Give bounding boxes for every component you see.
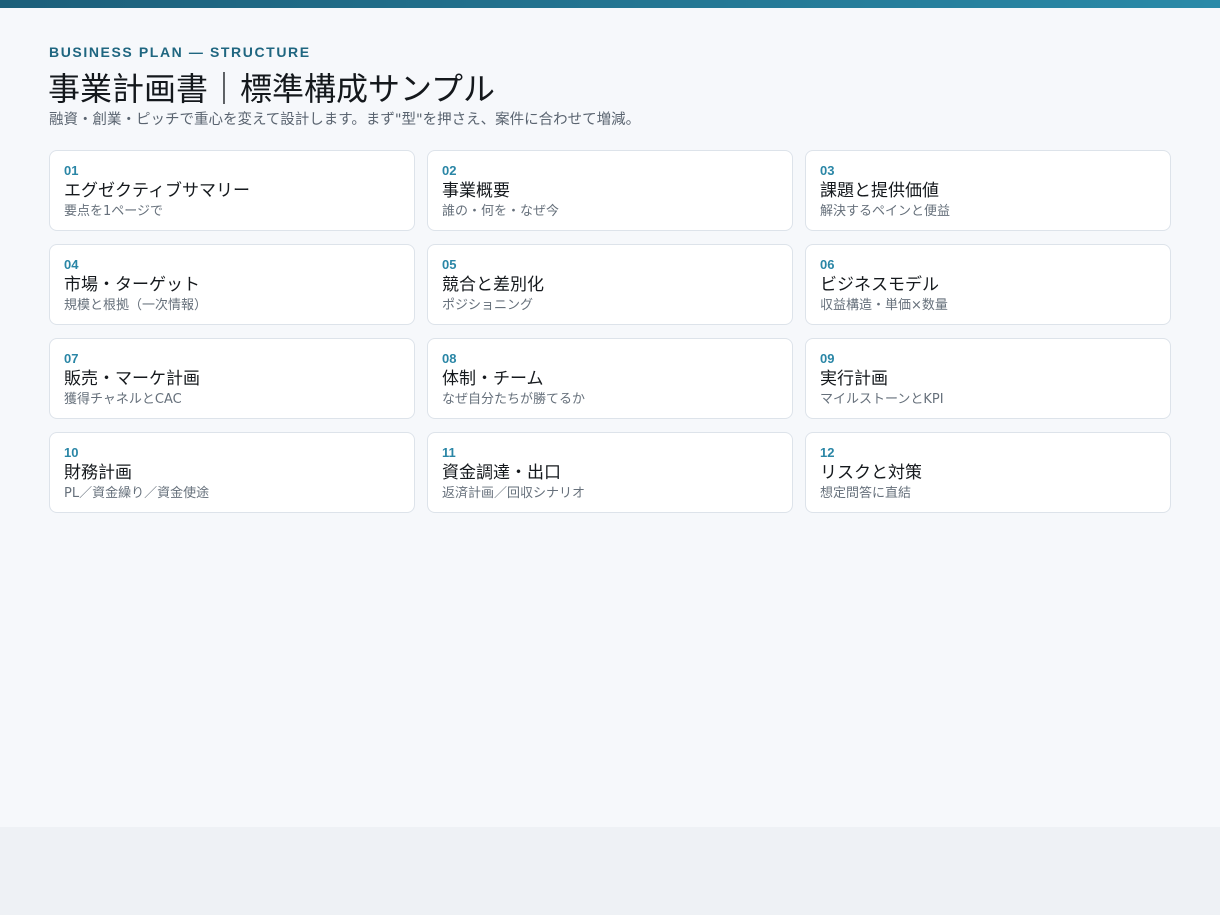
section-title: 資金調達・出口 <box>442 463 561 483</box>
section-title: 財務計画 <box>64 463 132 483</box>
section-card-12: 12 リスクと対策 想定問答に直結 <box>805 432 1171 513</box>
section-number: 11 <box>442 445 456 460</box>
section-description: 返済計画／回収シナリオ <box>442 486 586 501</box>
section-description: 要点を1ページで <box>64 204 164 219</box>
section-title: 市場・ターゲット <box>64 275 200 295</box>
section-title: 販売・マーケ計画 <box>64 369 200 389</box>
section-description: 規模と根拠（一次情報） <box>64 298 208 313</box>
section-card-11: 11 資金調達・出口 返済計画／回収シナリオ <box>427 432 793 513</box>
section-card-02: 02 事業概要 誰の・何を・なぜ今 <box>427 150 793 231</box>
section-card-07: 07 販売・マーケ計画 獲得チャネルとCAC <box>49 338 415 419</box>
section-card-01: 01 エグゼクティブサマリー 要点を1ページで <box>49 150 415 231</box>
section-number: 12 <box>820 445 835 460</box>
page-subtitle: 融資・創業・ピッチで重心を変えて設計します。まず"型"を押さえ、案件に合わせて増… <box>49 112 641 128</box>
section-number: 04 <box>64 257 79 272</box>
section-title: エグゼクティブサマリー <box>64 181 250 201</box>
section-number: 03 <box>820 163 835 178</box>
section-description: 誰の・何を・なぜ今 <box>442 204 560 219</box>
section-card-08: 08 体制・チーム なぜ自分たちが勝てるか <box>427 338 793 419</box>
section-description: 収益構造・単価×数量 <box>820 298 948 313</box>
section-grid: 01 エグゼクティブサマリー 要点を1ページで 02 事業概要 誰の・何を・なぜ… <box>49 150 1171 513</box>
section-description: 想定問答に直結 <box>820 486 912 501</box>
section-description: 獲得チャネルとCAC <box>64 392 182 407</box>
section-number: 05 <box>442 257 457 272</box>
section-description: なぜ自分たちが勝てるか <box>442 392 586 407</box>
section-title: 事業概要 <box>442 181 510 201</box>
section-number: 02 <box>442 163 457 178</box>
section-card-05: 05 競合と差別化 ポジショニング <box>427 244 793 325</box>
section-number: 01 <box>64 163 79 178</box>
section-card-06: 06 ビジネスモデル 収益構造・単価×数量 <box>805 244 1171 325</box>
section-title: 体制・チーム <box>442 369 544 389</box>
section-title: ビジネスモデル <box>820 275 939 295</box>
section-description: マイルストーンとKPI <box>820 392 944 407</box>
section-description: PL／資金繰り／資金使途 <box>64 486 210 501</box>
section-card-10: 10 財務計画 PL／資金繰り／資金使途 <box>49 432 415 513</box>
section-title: リスクと対策 <box>820 463 922 483</box>
section-title: 実行計画 <box>820 369 888 389</box>
section-card-04: 04 市場・ターゲット 規模と根拠（一次情報） <box>49 244 415 325</box>
eyebrow-label: BUSINESS PLAN — STRUCTURE <box>49 44 311 60</box>
section-card-03: 03 課題と提供価値 解決するペインと便益 <box>805 150 1171 231</box>
section-description: 解決するペインと便益 <box>820 204 951 219</box>
section-number: 06 <box>820 257 835 272</box>
section-number: 08 <box>442 351 457 366</box>
section-card-09: 09 実行計画 マイルストーンとKPI <box>805 338 1171 419</box>
section-number: 10 <box>64 445 79 460</box>
section-number: 07 <box>64 351 79 366</box>
section-description: ポジショニング <box>442 298 534 313</box>
section-title: 課題と提供価値 <box>820 181 939 201</box>
top-accent-bar <box>0 0 1220 8</box>
section-number: 09 <box>820 351 835 366</box>
section-title: 競合と差別化 <box>442 275 544 295</box>
slide: BUSINESS PLAN — STRUCTURE 事業計画書｜標準構成サンプル… <box>0 0 1220 827</box>
page-title: 事業計画書｜標準構成サンプル <box>48 70 496 108</box>
